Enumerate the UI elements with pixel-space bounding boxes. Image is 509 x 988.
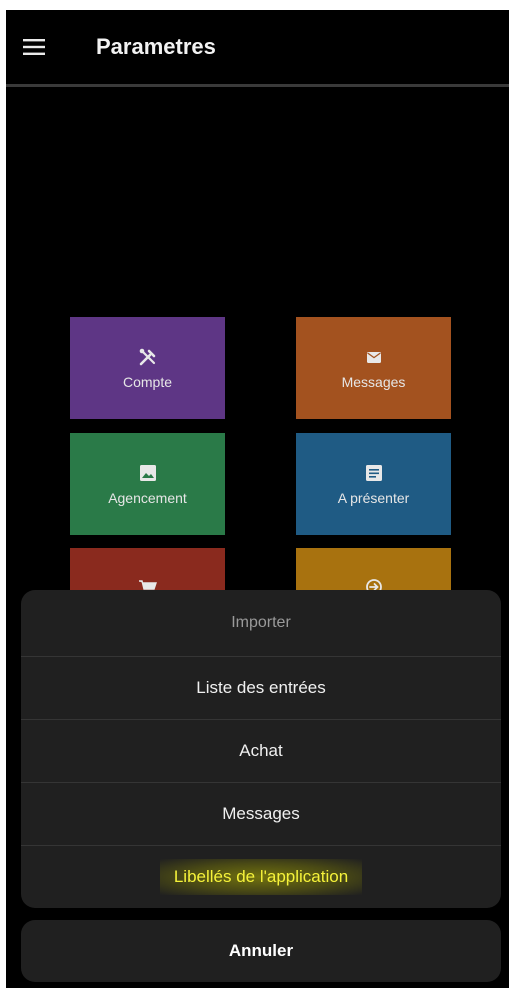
option-label: Libellés de l'application bbox=[159, 859, 363, 895]
sheet-option-messages[interactable]: Messages bbox=[21, 782, 501, 845]
tile-messages[interactable]: Messages bbox=[296, 317, 451, 419]
tools-icon bbox=[138, 346, 158, 368]
tile-agencement[interactable]: Agencement bbox=[70, 433, 225, 535]
option-label: Messages bbox=[222, 804, 300, 823]
tile-label: Compte bbox=[122, 374, 173, 390]
sheet-option-libelles[interactable]: Libellés de l'application bbox=[21, 845, 501, 908]
cancel-button[interactable]: Annuler bbox=[21, 920, 501, 982]
tile-label: Messages bbox=[341, 374, 406, 390]
document-icon bbox=[365, 462, 382, 484]
sheet-option-achat[interactable]: Achat bbox=[21, 719, 501, 782]
app-bar: Parametres bbox=[6, 10, 509, 87]
hamburger-menu-icon bbox=[23, 39, 45, 55]
sheet-option-liste-des-entrees[interactable]: Liste des entrées bbox=[21, 656, 501, 719]
image-icon bbox=[139, 462, 156, 484]
tile-a-presenter[interactable]: A présenter bbox=[296, 433, 451, 535]
menu-button[interactable] bbox=[14, 32, 54, 62]
tile-label: Agencement bbox=[108, 490, 187, 506]
sheet-title: Importer bbox=[231, 614, 291, 631]
option-label: Liste des entrées bbox=[196, 678, 326, 697]
screen: Parametres Compte Messages Agencement A … bbox=[6, 10, 509, 988]
tile-compte[interactable]: Compte bbox=[70, 317, 225, 419]
envelope-icon bbox=[366, 346, 381, 368]
page-title: Parametres bbox=[96, 34, 216, 59]
import-action-sheet: Importer Liste des entrées Achat Message… bbox=[21, 590, 501, 908]
option-label: Achat bbox=[239, 741, 283, 760]
tile-label: A présenter bbox=[337, 490, 410, 506]
